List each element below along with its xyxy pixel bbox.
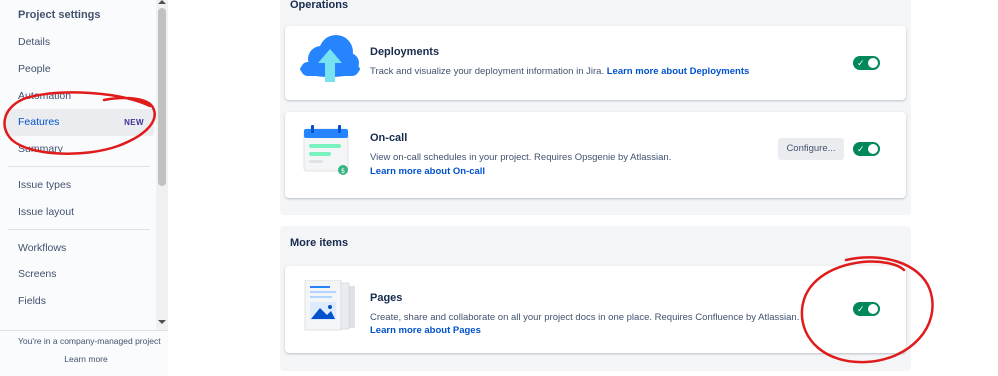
oncall-learn-more-link[interactable]: Learn more about On-call bbox=[370, 166, 485, 177]
sidebar-item-label: Summary bbox=[18, 143, 63, 155]
oncall-title: On-call bbox=[370, 132, 408, 144]
sidebar-item-label: Details bbox=[18, 36, 51, 48]
more-items-section: More items Pages Create, share and colla… bbox=[280, 226, 911, 371]
deployments-desc-text: Track and visualize your deployment info… bbox=[370, 66, 607, 77]
sidebar-item-summary[interactable]: Summary bbox=[4, 136, 154, 163]
deployments-title: Deployments bbox=[370, 46, 440, 58]
pages-card: Pages Create, share and collaborate on a… bbox=[285, 266, 906, 353]
oncall-description: View on-call schedules in your project. … bbox=[370, 152, 672, 163]
toggle-knob bbox=[868, 58, 878, 68]
check-icon: ✓ bbox=[857, 304, 865, 314]
check-icon: ✓ bbox=[857, 58, 865, 68]
deployments-description: Track and visualize your deployment info… bbox=[370, 66, 749, 77]
sidebar-item-label: Screens bbox=[18, 268, 57, 280]
sidebar-item-fields[interactable]: Fields bbox=[4, 288, 154, 315]
check-icon: ✓ bbox=[857, 144, 865, 154]
sidebar-item-label: Workflows bbox=[18, 242, 67, 254]
sidebar-scrollbar[interactable] bbox=[156, 0, 168, 330]
sidebar-item-label: Issue types bbox=[18, 179, 72, 191]
sidebar-item-label: Issue layout bbox=[18, 206, 75, 218]
deployments-toggle[interactable]: ✓ bbox=[853, 56, 880, 70]
learn-more-link[interactable]: Learn more bbox=[0, 354, 172, 364]
pages-title: Pages bbox=[370, 292, 403, 304]
sidebar-item-issue-types[interactable]: Issue types bbox=[4, 172, 154, 199]
oncall-toggle[interactable]: ✓ bbox=[853, 142, 880, 156]
deployments-card: Deployments Track and visualize your dep… bbox=[285, 26, 906, 100]
project-type-note: You're in a company-managed project bbox=[18, 336, 161, 346]
sidebar-footer: You're in a company-managed project Lear… bbox=[0, 330, 168, 376]
section-title-more-items: More items bbox=[290, 237, 349, 249]
section-title-operations: Operations bbox=[290, 0, 349, 11]
cloud-upload-icon bbox=[299, 32, 361, 91]
calendar-icon: $ bbox=[303, 124, 351, 181]
deployments-learn-more-link[interactable]: Learn more about Deployments bbox=[607, 66, 750, 77]
sidebar-item-label: People bbox=[18, 63, 51, 75]
toggle-knob bbox=[868, 144, 878, 154]
scroll-up-arrow-icon[interactable] bbox=[158, 0, 166, 4]
sidebar-item-workflows[interactable]: Workflows bbox=[4, 235, 154, 262]
svg-text:$: $ bbox=[341, 167, 345, 175]
sidebar-nav: Project settings Details People Automati… bbox=[0, 0, 156, 330]
configure-button[interactable]: Configure... bbox=[778, 138, 844, 160]
sidebar-item-label: Automation bbox=[18, 90, 72, 102]
sidebar-item-issue-layout[interactable]: Issue layout bbox=[4, 199, 154, 226]
sidebar-item-people[interactable]: People bbox=[4, 56, 154, 83]
sidebar-item-details[interactable]: Details bbox=[4, 29, 154, 56]
sidebar-divider bbox=[8, 166, 150, 167]
oncall-card: $ On-call View on-call schedules in your… bbox=[285, 112, 906, 198]
sidebar-item-features[interactable]: Features NEW bbox=[4, 109, 154, 136]
sidebar-item-automation[interactable]: Automation bbox=[4, 83, 154, 110]
new-badge: NEW bbox=[124, 118, 144, 127]
pages-icon bbox=[301, 279, 361, 339]
pages-toggle[interactable]: ✓ bbox=[853, 302, 880, 316]
toggle-knob bbox=[868, 304, 878, 314]
scroll-thumb[interactable] bbox=[158, 8, 166, 186]
scroll-down-arrow-icon[interactable] bbox=[158, 320, 166, 324]
sidebar-divider bbox=[8, 229, 150, 230]
operations-section: Operations Deployments Track and visuali… bbox=[280, 0, 911, 215]
sidebar: Project settings Details People Automati… bbox=[0, 0, 168, 376]
sidebar-item-label: Fields bbox=[18, 295, 47, 307]
pages-learn-more-link[interactable]: Learn more about Pages bbox=[370, 325, 481, 336]
sidebar-item-screens[interactable]: Screens bbox=[4, 261, 154, 288]
sidebar-item-label: Features bbox=[18, 116, 60, 128]
sidebar-heading: Project settings bbox=[18, 9, 101, 21]
pages-description: Create, share and collaborate on all you… bbox=[370, 312, 800, 323]
